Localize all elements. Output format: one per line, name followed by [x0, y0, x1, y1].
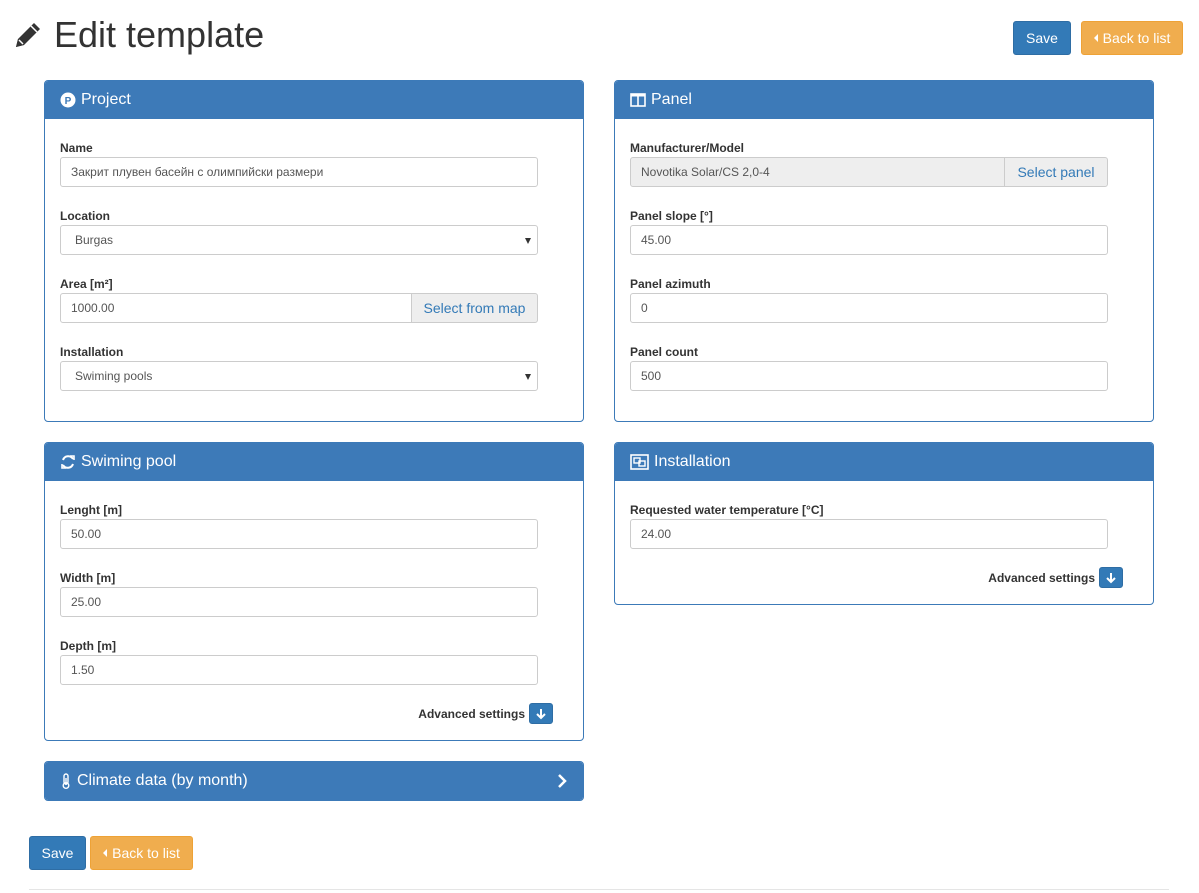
count-input[interactable]: 500	[630, 361, 1108, 391]
water-temperature-input[interactable]: 24.00	[630, 519, 1108, 549]
refresh-icon	[60, 454, 76, 470]
select-from-map-button[interactable]: Select from map	[411, 293, 538, 323]
water-temperature-input-value: 24.00	[641, 527, 672, 541]
count-input-value: 500	[641, 369, 662, 383]
azimuth-input-value: 0	[641, 301, 648, 315]
width-label: Width [m]	[60, 571, 116, 585]
select-panel-button[interactable]: Select panel	[1004, 157, 1108, 187]
name-input[interactable]: Закрит плувен басейн с олимпийски размер…	[60, 157, 538, 187]
installation-panel-title: Installation	[654, 453, 731, 470]
pencil-icon	[16, 23, 40, 47]
panel-panel-title: Panel	[651, 91, 692, 108]
area-input-value: 1000.00	[71, 301, 115, 315]
area-input[interactable]: 1000.00	[60, 293, 412, 323]
installation-select[interactable]: Swiming pools	[60, 361, 538, 391]
water-temperature-label: Requested water temperature [°C]	[630, 503, 824, 517]
azimuth-label: Panel azimuth	[630, 277, 711, 291]
name-label: Name	[60, 141, 93, 155]
page-title-text: Edit template	[54, 14, 265, 55]
installation-select-value: Swiming pools	[75, 369, 153, 383]
arrow-down-icon	[536, 708, 546, 719]
installation-icon	[630, 454, 649, 470]
svg-text:P: P	[65, 96, 72, 107]
back-to-list-button-bottom[interactable]: Back to list	[90, 836, 193, 870]
azimuth-input[interactable]: 0	[630, 293, 1108, 323]
name-input-value: Закрит плувен басейн с олимпийски размер…	[71, 165, 324, 179]
project-panel-heading: P Project	[45, 81, 583, 119]
location-label: Location	[60, 209, 110, 223]
area-label: Area [m²]	[60, 277, 113, 291]
installation-advanced-toggle[interactable]	[1099, 567, 1123, 588]
pool-advanced-toggle[interactable]	[529, 703, 553, 724]
count-label: Panel count	[630, 345, 699, 359]
chevron-right-icon	[558, 774, 567, 788]
length-label: Lenght [m]	[60, 503, 122, 517]
select-from-map-label: Select from map	[423, 300, 526, 316]
model-input: Novotika Solar/CS 2,0-4	[630, 157, 1005, 187]
panel-panel: Panel Manufacturer/Model Novotika Solar/…	[614, 80, 1154, 422]
slope-input[interactable]: 45.00	[630, 225, 1108, 255]
save-button-label: Save	[41, 845, 74, 861]
width-input[interactable]: 25.00	[60, 587, 538, 617]
location-select-value: Burgas	[75, 233, 114, 247]
columns-icon	[630, 92, 646, 108]
panel-panel-heading: Panel	[615, 81, 1153, 119]
thermometer-icon	[60, 773, 72, 789]
climate-panel[interactable]: Climate data (by month)	[44, 761, 584, 801]
installation-label: Installation	[60, 345, 124, 359]
depth-input-value: 1.50	[71, 663, 95, 677]
pool-advanced-label: Advanced settings	[418, 706, 525, 721]
select-panel-label: Select panel	[1017, 164, 1095, 180]
pool-panel: Swiming pool Lenght [m] 50.00 Width [m] …	[44, 442, 584, 741]
location-select[interactable]: Burgas	[60, 225, 538, 255]
width-input-value: 25.00	[71, 595, 102, 609]
length-input-value: 50.00	[71, 527, 102, 541]
pool-panel-title: Swiming pool	[81, 453, 177, 470]
save-button-top[interactable]: Save	[1013, 21, 1071, 55]
slope-label: Panel slope [°]	[630, 209, 713, 223]
back-to-list-label: Back to list	[112, 845, 180, 861]
select-caret-icon	[525, 238, 531, 244]
depth-input[interactable]: 1.50	[60, 655, 538, 685]
arrow-down-icon	[1106, 572, 1116, 583]
climate-panel-title: Climate data (by month)	[77, 772, 248, 789]
back-to-list-button-top[interactable]: Back to list	[1081, 21, 1183, 55]
installation-advanced-label: Advanced settings	[988, 570, 1095, 585]
page-title: Edit template	[12, 14, 264, 56]
depth-label: Depth [m]	[60, 639, 116, 653]
installation-advanced-settings: Advanced settings	[988, 567, 1123, 588]
length-input[interactable]: 50.00	[60, 519, 538, 549]
save-button-label: Save	[1026, 30, 1058, 46]
installation-panel-heading: Installation	[615, 443, 1153, 481]
model-label: Manufacturer/Model	[630, 141, 745, 155]
project-panel: P Project Name Закрит плувен басейн с ол…	[44, 80, 584, 422]
caret-left-icon	[103, 849, 108, 857]
slope-input-value: 45.00	[641, 233, 672, 247]
save-button-bottom[interactable]: Save	[29, 836, 86, 870]
pool-advanced-settings: Advanced settings	[418, 703, 553, 724]
footer-divider	[29, 889, 1169, 890]
project-panel-title: Project	[81, 91, 131, 108]
installation-panel: Installation Requested water temperature…	[614, 442, 1154, 605]
back-to-list-label: Back to list	[1102, 30, 1171, 46]
pool-panel-heading: Swiming pool	[45, 443, 583, 481]
climate-panel-heading[interactable]: Climate data (by month)	[45, 762, 583, 800]
project-icon: P	[60, 92, 76, 108]
caret-left-icon	[1093, 34, 1098, 42]
select-caret-icon	[525, 374, 531, 380]
model-input-value: Novotika Solar/CS 2,0-4	[641, 165, 770, 179]
